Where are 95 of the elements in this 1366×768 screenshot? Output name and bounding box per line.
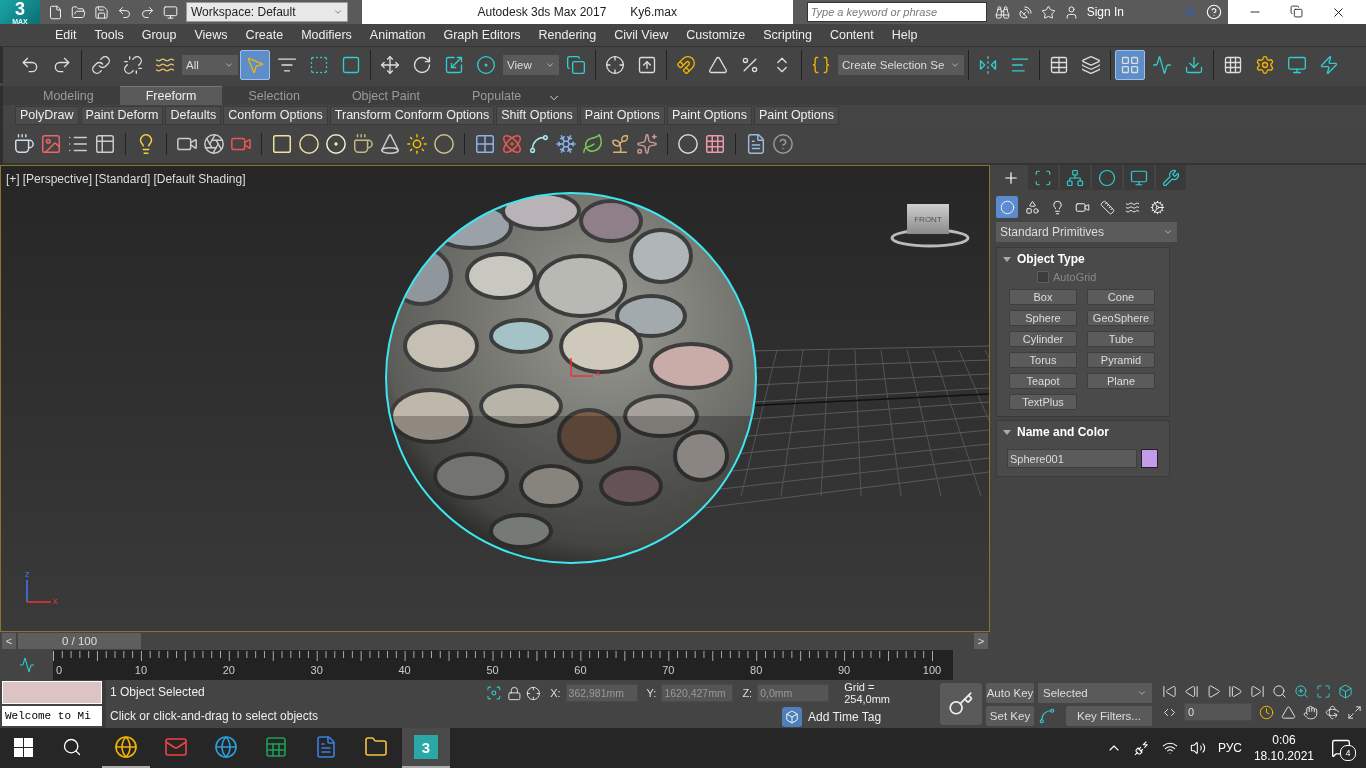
notification-button[interactable]: 4 [1326,733,1356,763]
frame-number: 70 [662,664,675,676]
clock-date[interactable]: 18.10.2021 [1253,749,1314,763]
frame-number: 100 [922,664,942,676]
object-name-field[interactable]: Sphere001 [1007,449,1137,468]
rollout-title[interactable]: Object Type [1017,252,1085,266]
viewport-label[interactable]: [Perspective] [22,172,93,186]
menu-item[interactable]: Graph Editors [434,28,530,42]
viewport-label[interactable]: [+] [6,172,20,186]
ribbon-tab[interactable]: Selection [222,86,326,105]
time-slider-handle[interactable]: 0 / 100 [18,633,141,649]
ribbon-panel-button[interactable]: Paint Options [579,105,665,125]
coordinate-label: X: [550,687,561,699]
sign-in-link[interactable]: Sign In [1086,5,1124,19]
primitive-button[interactable]: Pyramid [1087,352,1155,368]
primitive-button[interactable]: Torus [1009,352,1077,368]
menu-item[interactable]: Create [236,28,293,42]
ribbon-tab[interactable]: Modeling [17,86,120,105]
frame-number: 60 [574,664,587,676]
ribbon-panel-button[interactable]: Paint Options [666,105,752,125]
toolbar-dropdown[interactable]: All [182,55,238,75]
add-time-tag-link[interactable]: Add Time Tag [808,710,882,724]
menu-item[interactable]: Tools [85,28,133,42]
menu-item[interactable]: Scripting [754,28,821,42]
menu-item[interactable]: Animation [360,28,435,42]
primitive-button[interactable]: GeoSphere [1087,310,1155,326]
ribbon-panel-button[interactable]: Transform Conform Options [329,105,495,125]
coordinate-label: Y: [646,687,657,699]
key-mode-dropdown[interactable]: Selected [1038,683,1152,703]
notification-count: 4 [1340,745,1356,761]
perspective-viewport[interactable]: [+] [Perspective] [Standard] [Default Shading] FRONT x z x [0,165,990,632]
menu-item[interactable]: Content [820,28,883,42]
frame-number: 30 [310,664,323,676]
ribbon-panel-button[interactable]: Conform Options [223,105,328,125]
frame-number: 80 [750,664,763,676]
viewport-label[interactable]: [Standard] [95,172,151,186]
frame-number: 40 [398,664,411,676]
auto-key-button[interactable]: Auto Key [986,683,1034,703]
checkbox-label: AutoGrid [1053,271,1097,283]
ribbon-panel-button[interactable]: Defaults [165,105,222,125]
menu-item[interactable]: Modifiers [292,28,361,42]
timeline-ruler[interactable]: 0 10 20 30 40 50 60 70 80 90 100 [53,650,953,680]
ribbon-panel-button[interactable]: PolyDraw [15,105,79,125]
frame-number: 50 [486,664,499,676]
axis-label: x [596,368,601,378]
selection-status: 1 Object Selected [110,685,206,699]
frame-number: 0 [55,664,63,676]
app-tile-icon: 3 [414,735,438,759]
window-title: Autodesk 3ds Max 2017 [477,5,607,19]
axis-label: x [53,596,58,606]
category-dropdown[interactable]: Standard Primitives [996,222,1177,242]
menu-item[interactable]: Customize [677,28,755,42]
prompt-text: Click or click-and-drag to select objects [110,709,320,723]
ribbon-panel-button[interactable]: Shift Options [496,105,578,125]
menu-item[interactable]: Help [882,28,927,42]
workspace-dropdown[interactable]: Workspace: Default [186,2,348,22]
ribbon-tab[interactable]: Object Paint [325,86,446,105]
menu-item[interactable]: Edit [46,28,86,42]
ribbon-panel-button[interactable]: Paint Deform [80,105,164,125]
grid-size: Grid = 254,0mm [844,681,892,705]
primitive-button[interactable]: Tube [1087,331,1155,347]
set-key-button[interactable]: Set Key [986,706,1034,726]
primitive-button[interactable]: Box [1009,289,1077,305]
axis-label: z [25,569,30,579]
menu-item[interactable]: Views [185,28,237,42]
script-listener-output[interactable]: Welcome to Mi [2,706,102,726]
ribbon-panel-button[interactable]: Paint Options [753,105,839,125]
frame-number: 20 [222,664,235,676]
ribbon-tab[interactable]: Populate [445,86,548,105]
clock-time[interactable]: 0:06 [1272,733,1296,747]
next-frame-button[interactable]: > [974,633,988,649]
frame-number: 10 [134,664,147,676]
view-cube[interactable]: FRONT [907,204,949,234]
primitive-button[interactable]: Sphere [1009,310,1077,326]
search-field[interactable]: Type a keyword or phrase [806,2,987,22]
primitive-button[interactable]: Cone [1087,289,1155,305]
rollout-title[interactable]: Name and Color [1017,425,1109,439]
menu-item[interactable]: Rendering [529,28,606,42]
menu-item[interactable]: Group [132,28,186,42]
input-language[interactable]: РУС [1217,741,1242,755]
primitive-button[interactable]: TextPlus [1009,394,1077,410]
primitive-button[interactable]: Teapot [1009,373,1077,389]
previous-frame-button[interactable]: < [2,633,16,649]
frame-number: 90 [837,664,851,676]
current-frame-field[interactable]: 0 [1184,703,1252,721]
coordinate-label: Z: [742,687,753,699]
primitive-button[interactable]: Cylinder [1009,331,1077,347]
key-filters-button[interactable]: Key Filters... [1066,706,1152,726]
ribbon-tab[interactable]: Freeform [119,86,223,105]
menu-item[interactable]: Civil View [605,28,678,42]
viewport-label[interactable]: [Default Shading] [153,172,246,186]
primitive-button[interactable]: Plane [1087,373,1155,389]
toolbar-dropdown[interactable]: Create Selection Se [838,55,965,75]
toolbar-dropdown[interactable]: View [503,55,559,75]
file-name: Ky6.max [630,5,678,19]
